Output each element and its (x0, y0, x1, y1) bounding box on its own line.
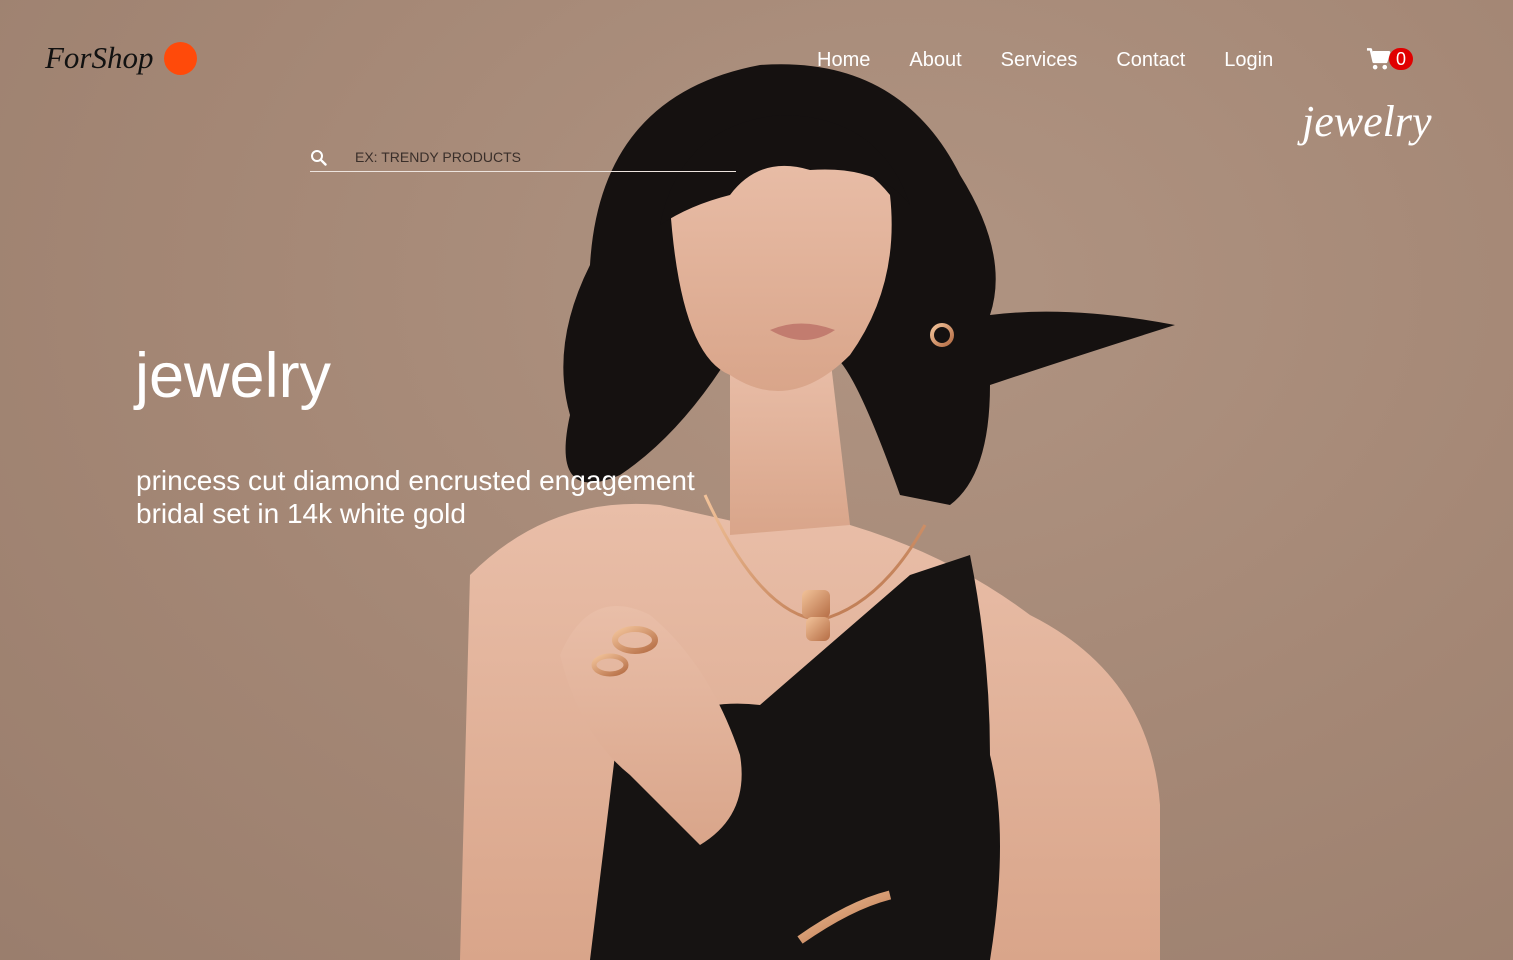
brand-dot-icon (163, 41, 197, 75)
hero-subtitle: princess cut diamond encrusted engagemen… (136, 464, 736, 530)
hero-subtitle-line-1: princess cut diamond encrusted engagemen… (136, 465, 695, 496)
cart-icon (1366, 48, 1391, 70)
brand-name: ForShop (45, 40, 154, 75)
search-input[interactable] (355, 146, 715, 168)
cart-button[interactable]: 0 (1366, 47, 1413, 71)
cart-count-badge: 0 (1389, 48, 1413, 70)
brand-logo[interactable]: ForShop (45, 40, 197, 76)
hero-title: jewelry (135, 341, 332, 411)
nav-home-link[interactable]: Home (817, 47, 870, 73)
nav-services-link[interactable]: Services (1001, 47, 1078, 73)
search-bar (310, 143, 736, 172)
nav-login-link[interactable]: Login (1224, 47, 1273, 73)
nav-about-link[interactable]: About (909, 47, 961, 73)
main-nav: Home About Services Contact Login (817, 47, 1273, 73)
header-category-label: jewelry (1302, 97, 1432, 146)
hero-subtitle-line-2: bridal set in 14k white gold (136, 498, 466, 529)
page: ForShop Home About Services Contact Logi… (0, 0, 1513, 960)
search-icon[interactable] (310, 149, 327, 166)
nav-contact-link[interactable]: Contact (1116, 47, 1185, 73)
